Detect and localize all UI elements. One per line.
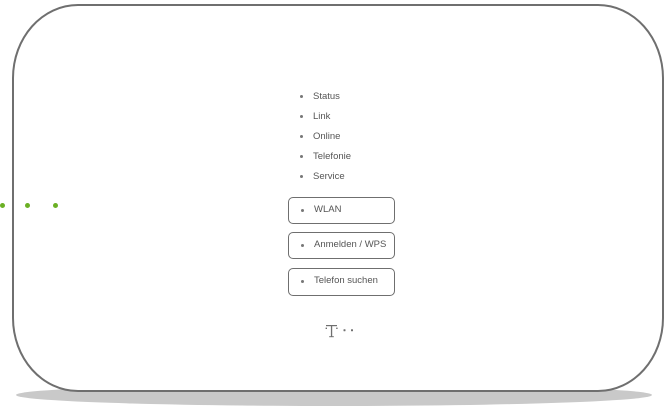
status-led-label: Telefonie [313, 151, 352, 162]
status-led-label: Online [313, 131, 341, 142]
led-dot-icon [300, 155, 303, 158]
anmelden-wps-button-label: Anmelden / WPS [314, 239, 387, 250]
wlan-button[interactable]: WLAN [288, 197, 395, 224]
status-led-label: Link [313, 111, 331, 122]
wlan-button-label: WLAN [314, 204, 342, 215]
side-led-2 [25, 203, 30, 208]
led-dot-icon [300, 95, 303, 98]
side-led-3 [53, 203, 58, 208]
led-dot-icon [301, 280, 304, 283]
status-led-status: Status [300, 90, 351, 110]
status-led-online: Online [300, 130, 351, 150]
telekom-logo-icon [325, 325, 353, 338]
status-led-label: Service [313, 171, 345, 182]
side-led-1 [0, 203, 5, 208]
telefon-suchen-button-label: Telefon suchen [314, 275, 378, 286]
status-led-service: Service [300, 170, 351, 190]
status-led-link: Link [300, 110, 351, 130]
led-dot-icon [300, 115, 303, 118]
anmelden-wps-button[interactable]: Anmelden / WPS [288, 232, 395, 259]
status-led-label: Status [313, 91, 340, 102]
led-dot-icon [301, 244, 304, 247]
led-dot-icon [301, 209, 304, 212]
status-led-telefonie: Telefonie [300, 150, 351, 170]
led-dot-icon [300, 175, 303, 178]
status-led-list: Status Link Online Telefonie Service [300, 90, 351, 190]
led-dot-icon [300, 135, 303, 138]
telefon-suchen-button[interactable]: Telefon suchen [288, 268, 395, 296]
